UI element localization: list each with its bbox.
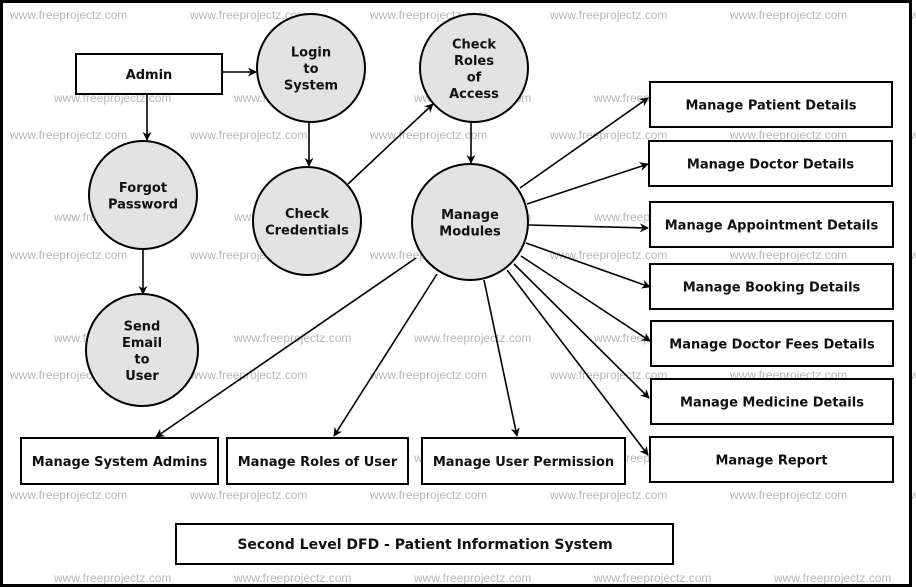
process-label-line: User: [125, 369, 159, 384]
flow-arrow-modules-to-fees: [520, 255, 651, 342]
entity-fees: Manage Doctor Fees Details: [650, 320, 894, 367]
flow-arrow-modules-to-roles: [333, 273, 438, 437]
watermark-text: www.freeprojectz.com: [549, 248, 667, 262]
entity-doctor: Manage Doctor Details: [648, 140, 893, 187]
dfd-diagram: www.freeprojectz.com www.freeprojectz.com…: [0, 0, 916, 588]
process-label-line: Credentials: [265, 223, 349, 238]
watermark-text: www.freeprojectz.com: [53, 571, 171, 585]
process-label-line: Forgot: [119, 181, 167, 196]
process-modules: ManageModules: [411, 163, 529, 281]
watermark-text: www.freeprojectz.com: [9, 248, 127, 262]
process-label-line: Login: [291, 46, 331, 61]
entity-label: Manage User Permission: [433, 455, 614, 470]
flow-arrow-modules-to-permission: [483, 279, 520, 437]
watermark-text: www.freeprojectz.com: [9, 8, 127, 22]
watermark-text: www.freeprojectz.com: [369, 128, 487, 142]
watermark-text: www.freeprojectz.com: [233, 571, 351, 585]
process-label-line: Modules: [439, 224, 501, 239]
process-checkroles: Check Rolesof Access: [419, 13, 529, 123]
watermark-text: www.freeprojectz.com: [189, 128, 307, 142]
watermark-text: www.freeprojectz.com: [549, 128, 667, 142]
entity-label: Admin: [126, 68, 173, 83]
entity-report: Manage Report: [649, 436, 894, 483]
entity-label: Manage Medicine Details: [680, 396, 864, 411]
watermark-text: www.freeprojectz.com: [549, 368, 667, 382]
entity-appointment: Manage Appointment Details: [649, 201, 894, 248]
flow-arrow-modules-to-patient: [519, 97, 649, 189]
flow-arrow-modules-to-appointment: [527, 223, 649, 233]
watermark-text: www.freeprojectz.com: [189, 488, 307, 502]
watermark-text: www.freeprojectz.com: [729, 488, 847, 502]
watermark-text: www.freeprojectz.com: [729, 128, 847, 142]
entity-admin: Admin: [75, 53, 223, 95]
process-forgot: ForgotPassword: [88, 140, 198, 250]
entity-label: Manage Doctor Fees Details: [669, 338, 875, 353]
watermark-text: www.freeprojectz.com: [413, 331, 531, 345]
process-email: Send Emailto User: [85, 293, 199, 407]
watermark-text: www.freeprojectz.com: [549, 488, 667, 502]
process-label-line: of: [467, 70, 482, 85]
watermark-text: www.freeprojectz.com: [9, 488, 127, 502]
title-text: Second Level DFD - Patient Information S…: [237, 537, 612, 553]
entity-permission: Manage User Permission: [421, 437, 626, 485]
entity-label: Manage Doctor Details: [687, 158, 854, 173]
watermark-text: www.freeprojectz.com: [773, 571, 891, 585]
dfd-svg: www.freeprojectz.com www.freeprojectz.com…: [0, 0, 916, 587]
process-label-line: Check: [285, 207, 329, 222]
diagram-title: Second Level DFD - Patient Information S…: [175, 523, 674, 565]
watermark-text: www.freeprojectz.com: [413, 571, 531, 585]
watermark-text: www.freeprojectz.com: [729, 8, 847, 22]
entity-label: Manage Report: [715, 454, 827, 469]
entity-label: Manage Roles of User: [238, 455, 398, 470]
entity-patient: Manage Patient Details: [649, 81, 893, 128]
process-label-line: System: [284, 79, 338, 94]
entity-label: Manage System Admins: [32, 455, 208, 470]
process-label-line: Access: [449, 87, 499, 102]
watermark-text: www.freeprojectz.com: [369, 368, 487, 382]
watermark-text: www.freeprojectz.com: [369, 488, 487, 502]
entity-booking: Manage Booking Details: [649, 263, 894, 310]
flow-arrow-modules-to-report: [506, 269, 649, 456]
entity-label: Manage Appointment Details: [665, 219, 879, 234]
process-label-line: Password: [108, 197, 178, 212]
process-label-line: to: [134, 352, 149, 367]
watermark-text: www.freeprojectz.com: [593, 571, 711, 585]
watermark-text: www.freeprojectz.com: [9, 128, 127, 142]
process-label-line: Roles: [454, 54, 494, 69]
entity-roles: Manage Roles of User: [226, 437, 409, 485]
process-label-line: to: [303, 62, 318, 77]
process-label-line: Manage: [441, 208, 499, 223]
watermark-text: www.freeprojectz.com: [729, 248, 847, 262]
process-label-line: Check: [452, 37, 496, 52]
entity-label: Manage Patient Details: [685, 99, 856, 114]
process-credentials: CheckCredentials: [252, 166, 362, 276]
entity-label: Manage Booking Details: [683, 281, 861, 296]
process-label-line: Send: [124, 319, 161, 334]
flow-arrow-credentials-to-checkroles: [347, 103, 434, 185]
entity-sysadmins: Manage System Admins: [20, 437, 219, 485]
watermark-text: www.freeprojectz.com: [189, 368, 307, 382]
process-login: Loginto System: [256, 13, 366, 123]
entity-medicine: Manage Medicine Details: [650, 378, 894, 425]
process-label-line: Email: [122, 336, 162, 351]
watermark-text: www.freeprojectz.com: [549, 8, 667, 22]
